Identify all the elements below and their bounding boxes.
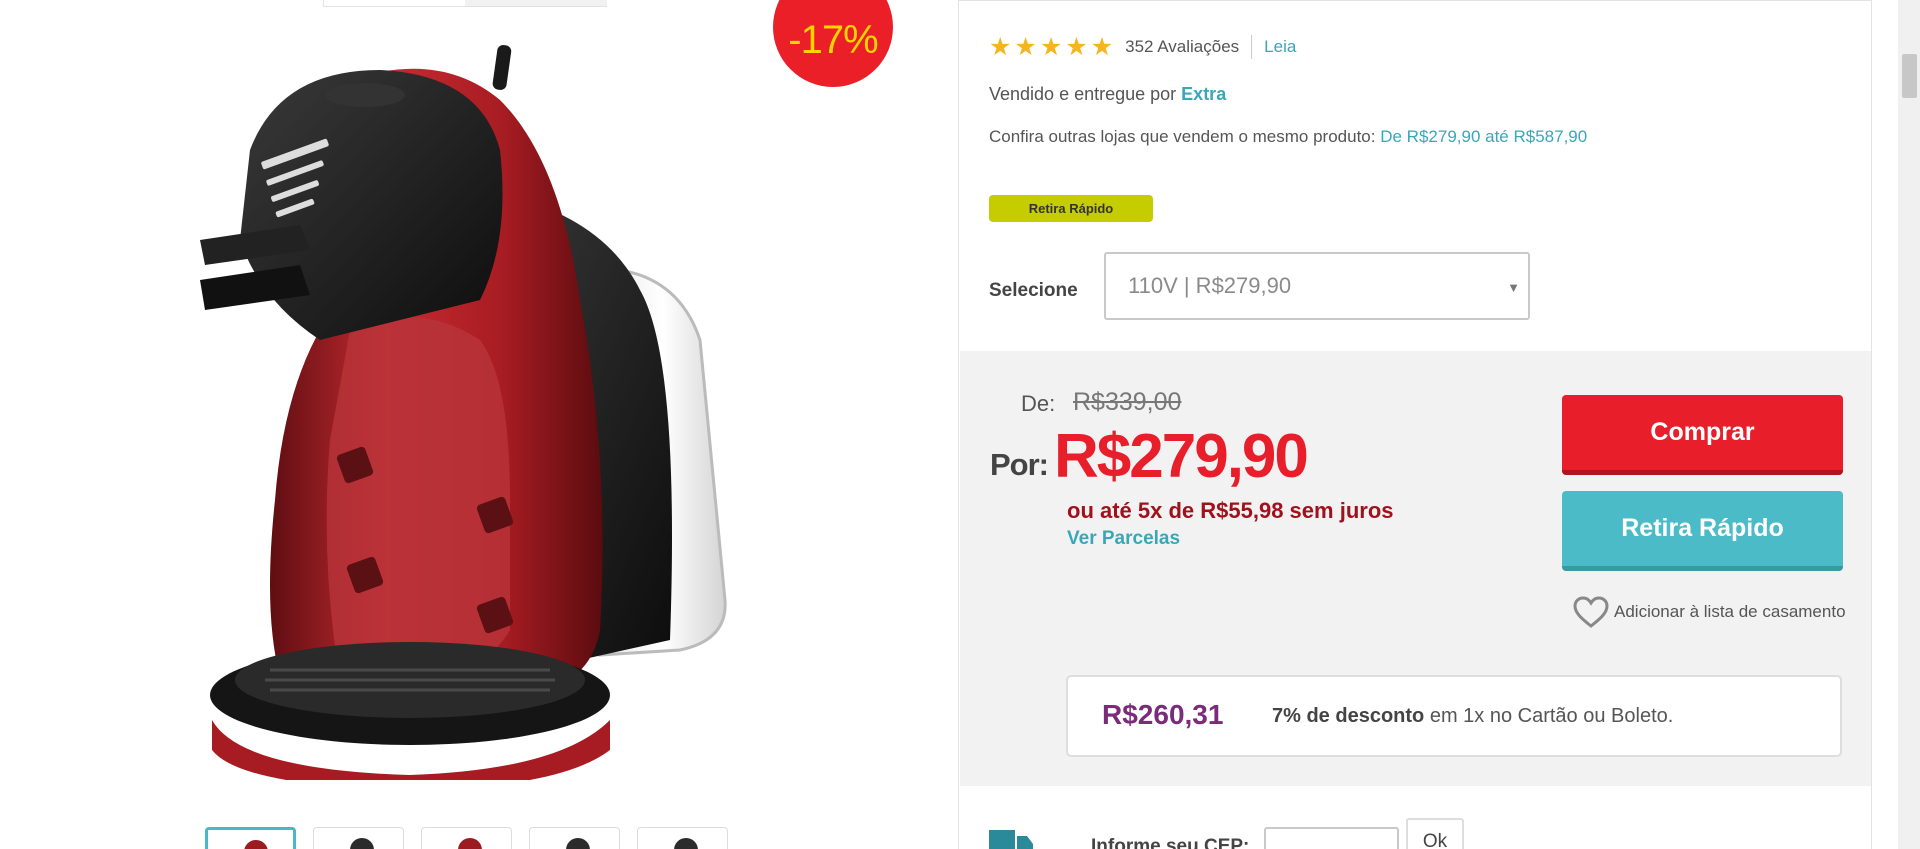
divider <box>959 0 1871 1</box>
tab[interactable] <box>465 0 607 6</box>
thumbnail-strip <box>205 827 728 849</box>
current-price: R$279,90 <box>1054 422 1309 491</box>
compare-text: Confira outras lojas que vendem o mesmo … <box>989 127 1376 146</box>
thumbnail[interactable] <box>637 827 728 849</box>
seller-prefix: Vendido e entregue por <box>989 84 1177 104</box>
thumbnail[interactable] <box>529 827 620 849</box>
scrollbar-thumb[interactable] <box>1902 54 1917 98</box>
compare-range-link[interactable]: De R$279,90 até R$587,90 <box>1380 127 1587 146</box>
promo-terms: em 1x no Cartão ou Boleto. <box>1429 705 1674 727</box>
cep-label: Informe seu CEP: <box>1091 836 1250 849</box>
review-count[interactable]: 352 Avaliações <box>1125 37 1239 57</box>
pickup-tag: Retira Rápido <box>989 195 1153 222</box>
thumbnail[interactable] <box>205 827 296 849</box>
star-icon: ★ <box>1065 33 1088 61</box>
old-price-label: De: <box>1021 391 1056 416</box>
heart-icon <box>1573 596 1609 628</box>
thumbnail-image <box>566 838 590 849</box>
divider <box>1251 35 1253 59</box>
wishlist-link[interactable]: Adicionar à lista de casamento <box>1572 595 1846 629</box>
promo-discount: 7% de desconto <box>1272 705 1425 727</box>
variant-select[interactable]: 110V | R$279,90 ▼ <box>1104 252 1530 320</box>
seller-info: Vendido e entregue por Extra <box>989 84 1226 105</box>
rating-row: ★ ★ ★ ★ ★ 352 Avaliações Leia <box>989 33 1296 61</box>
rating-stars[interactable]: ★ ★ ★ ★ ★ <box>989 33 1114 61</box>
thumbnail-image <box>350 838 374 849</box>
discount-badge: -17% <box>773 0 893 87</box>
product-info-panel: ★ ★ ★ ★ ★ 352 Avaliações Leia Vendido e … <box>958 0 1872 849</box>
promo-price: R$260,31 <box>1102 699 1224 730</box>
variant-selected-value: 110V | R$279,90 <box>1128 273 1292 298</box>
star-icon: ★ <box>1014 33 1037 61</box>
read-reviews-link[interactable]: Leia <box>1264 37 1296 57</box>
installments-text: ou até 5x de R$55,98 sem juros <box>1067 498 1394 523</box>
wishlist-label: Adicionar à lista de casamento <box>1614 602 1846 621</box>
top-tabs[interactable] <box>323 0 607 7</box>
promo-text: 7% de desconto em 1x no Cartão ou Boleto… <box>1272 705 1673 728</box>
cep-ok-button[interactable]: Ok <box>1406 818 1464 849</box>
thumbnail[interactable] <box>421 827 512 849</box>
cep-input[interactable] <box>1264 827 1399 849</box>
seller-link[interactable]: Extra <box>1181 84 1226 104</box>
scrollbar[interactable] <box>1898 0 1920 849</box>
truck-icon <box>989 830 1033 849</box>
old-price: R$339,00 <box>1073 388 1182 416</box>
star-icon: ★ <box>1039 33 1063 61</box>
price-panel: De: R$339,00 Por: R$279,90 ou até 5x de … <box>960 351 1871 786</box>
variant-label: Selecione <box>989 280 1078 301</box>
thumbnail-image <box>674 838 698 849</box>
current-price-label: Por: <box>990 447 1049 482</box>
thumbnail[interactable] <box>313 827 404 849</box>
compare-stores: Confira outras lojas que vendem o mesmo … <box>989 127 1587 147</box>
thumbnail-image <box>244 840 268 849</box>
buy-button[interactable]: Comprar <box>1562 395 1843 475</box>
star-icon: ★ <box>989 33 1012 61</box>
pickup-button[interactable]: Retira Rápido <box>1562 491 1843 571</box>
thumbnail-image <box>458 838 482 849</box>
product-image[interactable] <box>180 40 740 780</box>
caret-down-icon: ▼ <box>1507 280 1520 295</box>
promo-box: R$260,31 7% de desconto em 1x no Cartão … <box>1066 675 1842 757</box>
star-icon: ★ <box>1090 33 1114 61</box>
see-installments-link[interactable]: Ver Parcelas <box>1067 528 1180 550</box>
